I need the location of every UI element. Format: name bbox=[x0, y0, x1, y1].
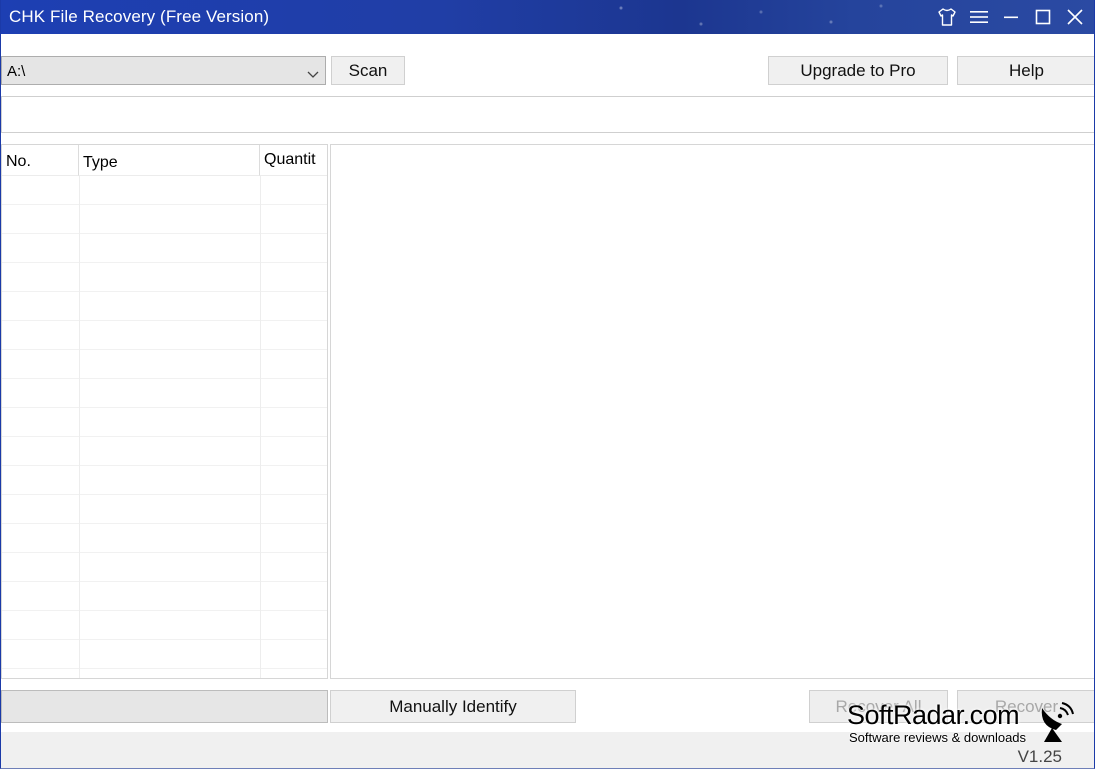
column-header-no[interactable]: No. bbox=[2, 145, 79, 176]
drive-select[interactable]: A:\ bbox=[1, 56, 326, 85]
version-label: V1.25 bbox=[1017, 747, 1062, 766]
table-rows-area bbox=[2, 176, 327, 678]
softradar-watermark: SoftRadar.com Software reviews & downloa… bbox=[843, 700, 1083, 750]
file-list-pane[interactable] bbox=[330, 144, 1094, 679]
chevron-down-icon bbox=[307, 66, 319, 84]
maximize-icon[interactable] bbox=[1029, 4, 1057, 30]
watermark-tagline: Software reviews & downloads bbox=[849, 730, 1027, 745]
minimize-icon[interactable] bbox=[997, 4, 1025, 30]
column-header-type[interactable]: Type bbox=[79, 145, 260, 176]
scan-button[interactable]: Scan bbox=[331, 56, 405, 85]
column-header-quantity[interactable]: Quantit bbox=[260, 145, 327, 176]
title-bar: CHK File Recovery (Free Version) bbox=[1, 0, 1094, 34]
path-field[interactable] bbox=[1, 96, 1094, 133]
skin-icon[interactable] bbox=[933, 4, 961, 30]
window-title: CHK File Recovery (Free Version) bbox=[9, 7, 270, 26]
close-icon[interactable] bbox=[1061, 4, 1089, 30]
progress-bar bbox=[1, 690, 328, 723]
upgrade-to-pro-button[interactable]: Upgrade to Pro bbox=[768, 56, 948, 85]
satellite-dish-icon bbox=[1036, 702, 1078, 749]
file-type-table[interactable]: No. Type Quantit bbox=[1, 144, 328, 679]
drive-select-value: A:\ bbox=[7, 63, 26, 80]
help-button[interactable]: Help bbox=[957, 56, 1094, 85]
app-window: CHK File Recovery (Free Version) A:\ Sca… bbox=[0, 0, 1095, 769]
manually-identify-button[interactable]: Manually Identify bbox=[330, 690, 576, 723]
watermark-brand: SoftRadar.com bbox=[847, 700, 1020, 730]
menu-icon[interactable] bbox=[965, 4, 993, 30]
